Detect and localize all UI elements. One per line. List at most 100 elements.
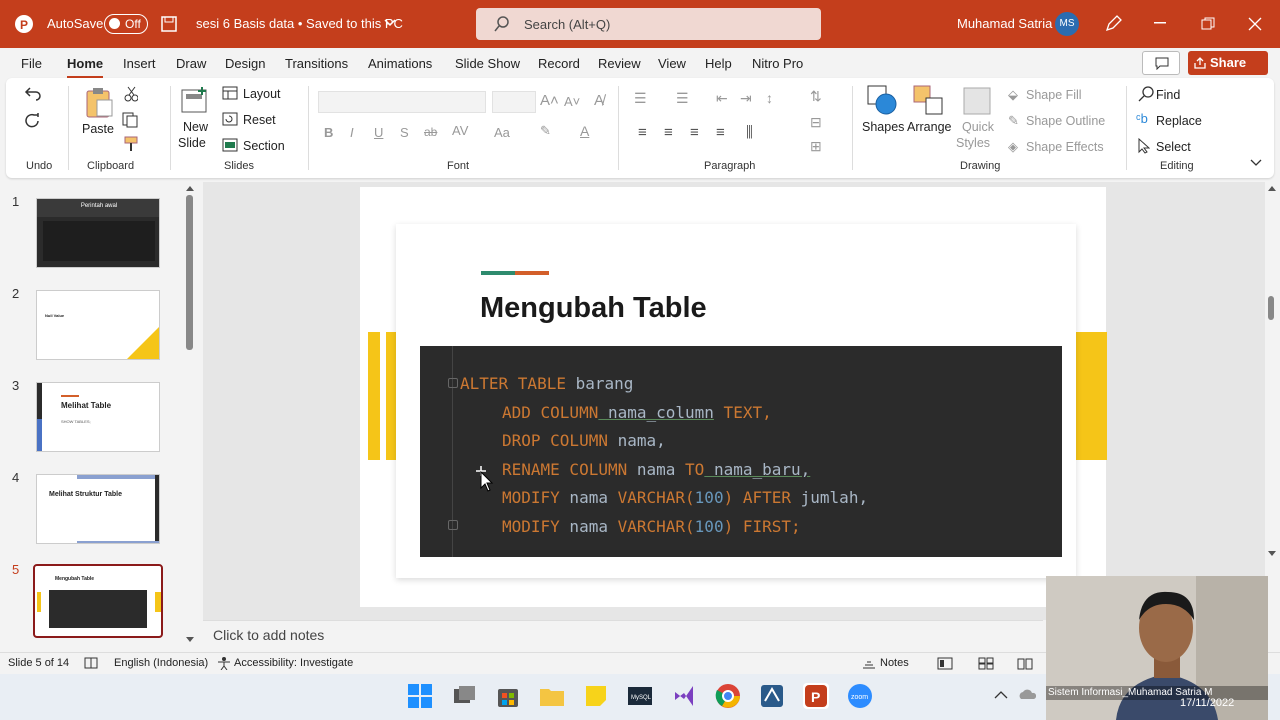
redo-icon[interactable] xyxy=(24,112,42,130)
code-block[interactable]: ALTER TABLE barang ADD COLUMN nama_colum… xyxy=(420,346,1062,557)
reset-button[interactable]: Reset xyxy=(243,113,276,127)
bold-icon[interactable]: B xyxy=(324,125,333,140)
shape-fill-button[interactable]: Shape Fill xyxy=(1026,88,1082,102)
change-case-icon[interactable]: Aa xyxy=(494,125,510,140)
format-painter-icon[interactable] xyxy=(124,136,140,152)
justify-icon[interactable]: ≡ xyxy=(716,124,725,141)
styles-label[interactable]: Styles xyxy=(956,136,990,150)
user-name[interactable]: Muhamad Satria xyxy=(957,16,1052,31)
new-slide-icon[interactable] xyxy=(180,86,210,116)
zoom-icon[interactable]: zoom xyxy=(847,683,873,709)
decrease-font-icon[interactable]: A˅ xyxy=(564,94,580,109)
slide-thumbnail-1[interactable]: Perintah awal xyxy=(36,198,160,268)
smartart-icon[interactable]: ⊞ xyxy=(810,138,822,155)
spelling-icon[interactable] xyxy=(84,656,98,670)
chevron-down-icon[interactable] xyxy=(384,18,396,28)
sticky-notes-icon[interactable] xyxy=(583,683,609,709)
onedrive-icon[interactable] xyxy=(1018,688,1036,700)
windows-start-icon[interactable] xyxy=(407,683,433,709)
document-title[interactable]: sesi 6 Basis data • Saved to this PC xyxy=(196,16,403,31)
sql-developer-icon[interactable] xyxy=(759,683,785,709)
shape-outline-button[interactable]: Shape Outline xyxy=(1026,114,1105,128)
shape-effects-button[interactable]: Shape Effects xyxy=(1026,140,1104,154)
strikethrough-icon[interactable]: ab xyxy=(424,125,437,139)
tab-slide-show[interactable]: Slide Show xyxy=(455,56,520,71)
chrome-icon[interactable] xyxy=(715,683,741,709)
slide-thumbnail-5[interactable]: Mengubah Table xyxy=(33,564,163,638)
section-icon[interactable] xyxy=(222,138,238,152)
store-icon[interactable] xyxy=(495,683,521,709)
font-color-icon[interactable]: A xyxy=(580,123,589,139)
mysql-icon[interactable]: MySQL xyxy=(627,683,653,709)
visual-studio-icon[interactable] xyxy=(671,683,697,709)
decrease-indent-icon[interactable]: ⇤ xyxy=(716,90,728,107)
shadow-icon[interactable]: S xyxy=(400,125,409,140)
font-name-field[interactable] xyxy=(318,91,486,113)
numbering-icon[interactable]: ☰ xyxy=(676,90,689,107)
tab-review[interactable]: Review xyxy=(598,56,641,71)
minimize-icon[interactable] xyxy=(1154,22,1168,26)
line-spacing-icon[interactable]: ↕ xyxy=(766,90,773,106)
pen-icon[interactable] xyxy=(1104,15,1122,33)
replace-button[interactable]: Replace xyxy=(1156,114,1202,128)
tab-home[interactable]: Home xyxy=(67,56,104,79)
language-indicator[interactable]: English (Indonesia) xyxy=(114,657,208,669)
avatar[interactable]: MS xyxy=(1055,12,1079,36)
char-spacing-icon[interactable]: AV xyxy=(452,123,468,138)
comments-button[interactable] xyxy=(1142,51,1180,75)
normal-view-icon[interactable] xyxy=(937,657,953,670)
text-direction-icon[interactable]: ⇅ xyxy=(810,88,822,105)
clear-format-icon[interactable]: A̸ xyxy=(594,92,604,109)
tab-record[interactable]: Record xyxy=(538,56,580,71)
scroll-down-icon[interactable] xyxy=(185,636,195,644)
layout-button[interactable]: Layout xyxy=(243,87,281,101)
tab-draw[interactable]: Draw xyxy=(176,56,206,71)
layout-icon[interactable] xyxy=(222,86,238,100)
slide-title[interactable]: Mengubah Table xyxy=(480,292,707,325)
canvas-scroll-down-icon[interactable] xyxy=(1267,550,1277,558)
arrange-button[interactable]: Arrange xyxy=(907,120,951,134)
slide-sorter-icon[interactable] xyxy=(978,657,994,670)
slide-label[interactable]: Slide xyxy=(178,136,206,150)
columns-icon[interactable]: ⫼ xyxy=(746,124,753,141)
reading-view-icon[interactable] xyxy=(1017,657,1033,670)
notes-toggle[interactable]: Notes xyxy=(880,657,909,669)
tab-view[interactable]: View xyxy=(658,56,686,71)
find-button[interactable]: Find xyxy=(1156,88,1180,102)
shapes-icon[interactable] xyxy=(866,84,900,116)
close-icon[interactable] xyxy=(1248,17,1262,31)
powerpoint-taskbar-icon[interactable]: P xyxy=(803,683,829,709)
cut-icon[interactable] xyxy=(124,86,138,102)
tab-transitions[interactable]: Transitions xyxy=(285,56,348,71)
task-view-icon[interactable] xyxy=(451,683,477,709)
tab-insert[interactable]: Insert xyxy=(123,56,156,71)
accessibility-status[interactable]: Accessibility: Investigate xyxy=(234,657,353,669)
copy-icon[interactable] xyxy=(122,112,140,128)
align-text-icon[interactable]: ⊟ xyxy=(810,114,822,131)
align-center-icon[interactable]: ≡ xyxy=(664,124,673,141)
shapes-button[interactable]: Shapes xyxy=(862,120,904,134)
tab-nitro-pro[interactable]: Nitro Pro xyxy=(752,56,803,71)
tab-help[interactable]: Help xyxy=(705,56,732,71)
notes-pane[interactable]: Click to add notes xyxy=(203,620,1043,652)
select-button[interactable]: Select xyxy=(1156,140,1191,154)
bullets-icon[interactable]: ☰ xyxy=(634,90,647,107)
underline-icon[interactable]: U xyxy=(374,125,383,140)
canvas-scrollbar[interactable] xyxy=(1268,296,1274,320)
highlight-icon[interactable]: ✎ xyxy=(540,123,551,139)
file-explorer-icon[interactable] xyxy=(539,683,565,709)
search-input[interactable]: Search (Alt+Q) xyxy=(476,8,821,40)
tab-animations[interactable]: Animations xyxy=(368,56,432,71)
notes-placeholder[interactable]: Click to add notes xyxy=(213,627,324,643)
tab-file[interactable]: File xyxy=(21,56,42,71)
scroll-up-icon[interactable] xyxy=(185,184,195,192)
undo-icon[interactable] xyxy=(24,86,42,102)
thumbnails-scrollbar[interactable] xyxy=(186,195,193,350)
paste-label[interactable]: Paste xyxy=(82,122,114,136)
slide-thumbnail-3[interactable]: Melihat Table SHOW TABLES; xyxy=(36,382,160,452)
paste-icon[interactable] xyxy=(84,86,114,118)
save-icon[interactable] xyxy=(160,15,178,33)
arrange-icon[interactable] xyxy=(912,84,946,116)
collapse-ribbon-icon[interactable] xyxy=(1250,158,1262,168)
quick-label[interactable]: Quick xyxy=(962,120,994,134)
